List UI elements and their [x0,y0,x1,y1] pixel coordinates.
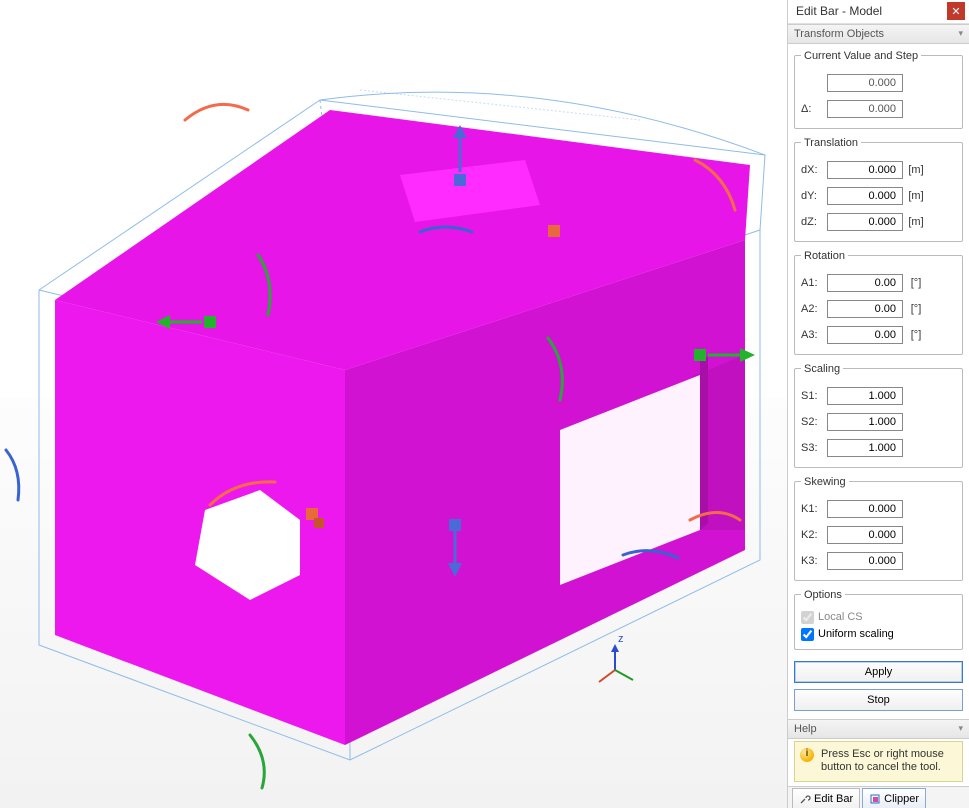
input-dX[interactable] [827,161,903,179]
tab-clipper[interactable]: Clipper [862,788,926,808]
unit-dY: [m] [903,190,925,202]
panel-title: Edit Bar - Model [796,4,947,18]
label-K3: K3: [801,555,827,567]
checkbox-uniform-scaling[interactable] [801,628,814,641]
input-K3[interactable] [827,552,903,570]
label-S2: S2: [801,416,827,428]
label-K2: K2: [801,529,827,541]
input-A2[interactable] [827,300,903,318]
input-A1[interactable] [827,274,903,292]
option-local-cs: Local CS [801,611,956,624]
tab-clipper-label: Clipper [884,793,919,805]
input-dY[interactable] [827,187,903,205]
tab-edit-bar[interactable]: Edit Bar [792,788,860,808]
group-scaling-legend: Scaling [801,363,843,375]
unit-A2: [°] [903,303,925,315]
edit-bar-panel: Edit Bar - Model ✕ Transform Objects ▾ C… [787,0,969,808]
clipper-icon [869,793,881,805]
input-S1[interactable] [827,387,903,405]
model-solid[interactable] [55,110,750,745]
unit-A1: [°] [903,277,925,289]
bottom-tabs: Edit Bar Clipper [788,786,969,808]
label-S3: S3: [801,442,827,454]
section-transform-label: Transform Objects [794,28,884,40]
group-skewing-legend: Skewing [801,476,849,488]
handle-cube[interactable] [548,225,560,237]
group-translation-legend: Translation [801,137,861,149]
stop-button[interactable]: Stop [794,689,963,711]
svg-text:z: z [618,633,624,645]
info-icon: i [800,748,814,762]
input-S2[interactable] [827,413,903,431]
model-scene[interactable]: z [0,0,787,808]
chevron-down-icon: ▾ [958,723,963,734]
input-step[interactable] [827,100,903,118]
wrench-icon [799,793,811,805]
unit-dX: [m] [903,164,925,176]
input-A3[interactable] [827,326,903,344]
chevron-down-icon: ▾ [958,28,963,39]
label-S1: S1: [801,390,827,402]
group-current: Current Value and Step Δ: [794,50,963,129]
group-current-legend: Current Value and Step [801,50,921,62]
tab-edit-bar-label: Edit Bar [814,793,853,805]
section-help-label: Help [794,723,817,735]
apply-label: Apply [865,666,893,678]
label-A3: A3: [801,329,827,341]
help-text: Press Esc or right mouse button to cance… [821,748,944,774]
input-dZ[interactable] [827,213,903,231]
close-icon: ✕ [951,5,960,18]
apply-button[interactable]: Apply [794,661,963,683]
axis-gizmo: z [599,633,633,682]
label-dY: dY: [801,190,827,202]
section-help-header[interactable]: Help ▾ [788,719,969,739]
close-button[interactable]: ✕ [947,2,965,20]
input-current-value[interactable] [827,74,903,92]
option-uniform-scaling[interactable]: Uniform scaling [801,628,956,641]
group-scaling: Scaling S1: S2: S3: [794,363,963,468]
input-K1[interactable] [827,500,903,518]
label-uniform-scaling: Uniform scaling [818,628,894,640]
group-options: Options Local CS Uniform scaling [794,589,963,650]
group-options-legend: Options [801,589,845,601]
label-delta: Δ: [801,103,827,115]
group-skewing: Skewing K1: K2: K3: [794,476,963,581]
checkbox-local-cs [801,611,814,624]
unit-dZ: [m] [903,216,925,228]
group-translation: Translation dX: [m] dY: [m] dZ: [m] [794,137,963,242]
label-dZ: dZ: [801,216,827,228]
group-rotation-legend: Rotation [801,250,848,262]
group-rotation: Rotation A1: [°] A2: [°] A3: [°] [794,250,963,355]
action-buttons: Apply Stop [788,657,969,719]
handle-cube-shadow [314,518,324,528]
label-A1: A1: [801,277,827,289]
label-dX: dX: [801,164,827,176]
transform-panel-body: Current Value and Step Δ: Translation dX… [788,44,969,657]
section-transform-header[interactable]: Transform Objects ▾ [788,24,969,44]
panel-titlebar[interactable]: Edit Bar - Model ✕ [788,0,969,24]
input-S3[interactable] [827,439,903,457]
label-local-cs: Local CS [818,611,863,623]
viewport-3d[interactable]: z [0,0,787,808]
label-A2: A2: [801,303,827,315]
help-message: i Press Esc or right mouse button to can… [794,741,963,783]
stop-label: Stop [867,694,890,706]
unit-A3: [°] [903,329,925,341]
input-K2[interactable] [827,526,903,544]
label-K1: K1: [801,503,827,515]
